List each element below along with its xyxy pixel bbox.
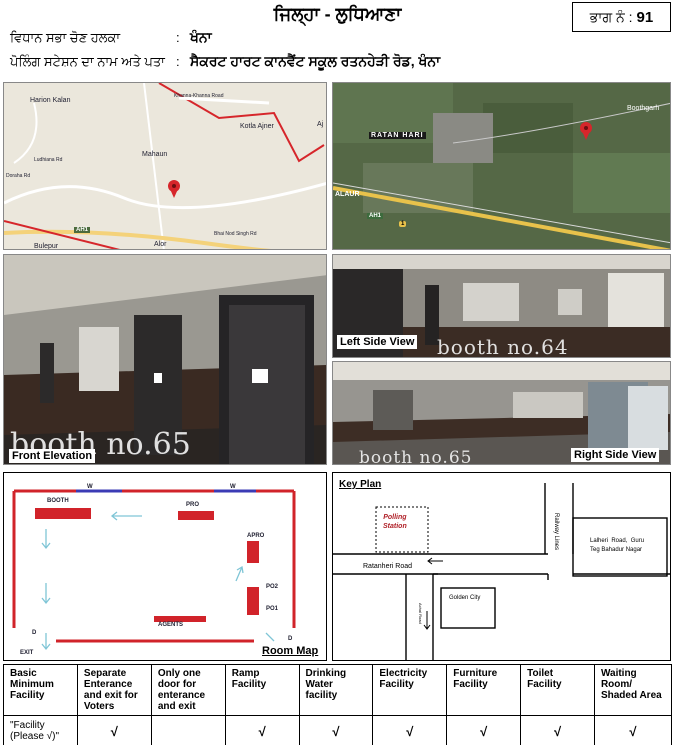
road-map-drawing (4, 83, 326, 249)
facility-header: Ramp Facility (224, 664, 300, 716)
left-side-photo: booth no.64 Left Side View (332, 254, 671, 358)
facility-check: √ (446, 715, 522, 745)
room-map: W W BOOTH PRO APRO PO2 PO1 AGENTS D D EX… (3, 472, 327, 661)
golden-city-block (440, 587, 496, 629)
facility-header: Waiting Room/ Shaded Area (593, 664, 673, 716)
road-map-label: Mahaun (142, 151, 168, 158)
facility-table: Basic Minimum Facility Separate Enteranc… (3, 664, 673, 745)
po2-label: PO2 (266, 584, 279, 590)
front-elevation-photo: booth no.65 Front Elevation (3, 254, 327, 465)
agents-label: AGENTS (158, 622, 184, 628)
ratanheri-label: Ratanheri Road (363, 563, 413, 570)
facility-row-label: "Facility (Please √)" (3, 715, 78, 745)
facility-check: √ (593, 715, 673, 745)
exit-label: EXIT (20, 650, 34, 656)
facility-check: √ (76, 715, 152, 745)
constituency-value: ਖੰਨਾ (190, 29, 212, 45)
road-map-label: Doraha Rd (6, 173, 31, 179)
pro-label: PRO (186, 502, 200, 508)
right-side-photo: booth no.65 Right Side View (332, 361, 671, 465)
sat-map-label: ALAUR (335, 191, 360, 198)
railway-label: Railway Lines (553, 513, 559, 551)
key-plan-title: Key Plan (339, 479, 382, 490)
road-map-label: Khanna-Khanna Road (174, 93, 224, 99)
road-map-label: Ludhiana Rd (34, 157, 63, 163)
door-label: D (32, 630, 37, 636)
part-number-box: ਭਾਗ ਨੰ : 91 (572, 2, 671, 32)
door-label: D (288, 636, 293, 642)
window-label: W (87, 484, 93, 490)
station-value: ਸੈਕਰਟ ਹਾਰਟ ਕਾਨਵੈਂਟ ਸਕੂਲ ਰਤਨਹੇੜੀ ਰੋਡ, ਖੰਨ… (190, 53, 441, 69)
facility-header: Only one door for enterance and exit (150, 664, 226, 716)
front-elevation-label: Front Elevation (9, 449, 96, 463)
facility-header: Separate Enterance and exit for Voters (76, 664, 152, 716)
booth-table (35, 508, 91, 519)
facility-check: √ (372, 715, 448, 745)
po1-label: PO1 (266, 606, 279, 612)
road-map-label: Aj (317, 121, 324, 128)
road-map-label: Alor (154, 241, 167, 248)
pro-table (178, 511, 214, 520)
facility-header: Furniture Facility (446, 664, 522, 716)
achal-label: Achal Road (418, 603, 423, 624)
satellite-map-drawing (333, 83, 670, 249)
road-map-label: Bulepur (34, 243, 59, 250)
road-map-label: AH1 (74, 227, 91, 233)
station-separator: : (176, 54, 180, 69)
apro-label: APRO (247, 533, 265, 539)
facility-header: Toilet Facility (520, 664, 595, 716)
facility-value-row: "Facility (Please √)" √ √ √ √ √ √ √ (3, 715, 673, 745)
right-watermark: booth no.65 (359, 448, 473, 465)
road-map-label: Bhai Nod Singh Rd (214, 231, 257, 237)
facility-check (150, 715, 226, 745)
facility-header: Electricity Facility (372, 664, 448, 716)
lalheri-label: Lalheri Road, Guru Teg Bahadur Nagar (590, 538, 645, 553)
sat-map-label: 1 (399, 221, 407, 227)
apro-table (247, 541, 259, 563)
right-side-label: Right Side View (571, 448, 660, 462)
constituency-separator: : (176, 30, 180, 45)
road-map: Harion Kalan Mahaun Kotla Ajner Khanna-K… (3, 82, 327, 250)
sat-map-label: Boothgarh (627, 105, 660, 112)
po-table (247, 587, 259, 615)
facility-header-row: Basic Minimum Facility Separate Enteranc… (3, 664, 673, 716)
road-map-label: Kotla Ajner (240, 123, 274, 130)
room-map-title: Room Map (262, 645, 319, 657)
station-label: ਪੋਲਿੰਗ ਸਟੇਸ਼ਨ ਦਾ ਨਾਮ ਅਤੇ ਪਤਾ (10, 54, 165, 69)
sat-map-label: AH1 (367, 213, 384, 219)
window-label: W (230, 484, 236, 490)
golden-city-label: Golden City (449, 595, 481, 601)
left-watermark: booth no.64 (437, 335, 569, 358)
left-side-label: Left Side View (337, 335, 418, 349)
polling-station-label: Polling Station (383, 514, 407, 530)
satellite-map: RATAN HARI Boothgarh ALAUR AH1 1 (332, 82, 671, 250)
facility-header: Drinking Water facility (298, 664, 374, 716)
constituency-label: ਵਿਧਾਨ ਸਭਾ ਚੋਣ ਹਲਕਾ (10, 30, 121, 45)
part-label: ਭਾਗ ਨੰ : (589, 8, 633, 25)
sat-map-label: RATAN HARI (369, 132, 426, 139)
road-map-label: Harion Kalan (30, 97, 71, 104)
key-plan: Key Plan Polling Station Railway Lines L… (332, 472, 671, 661)
part-number: 91 (636, 8, 654, 26)
facility-check: √ (520, 715, 595, 745)
facility-header: Basic Minimum Facility (3, 664, 78, 716)
booth-label: BOOTH (47, 498, 69, 504)
facility-check: √ (298, 715, 374, 745)
facility-check: √ (224, 715, 300, 745)
